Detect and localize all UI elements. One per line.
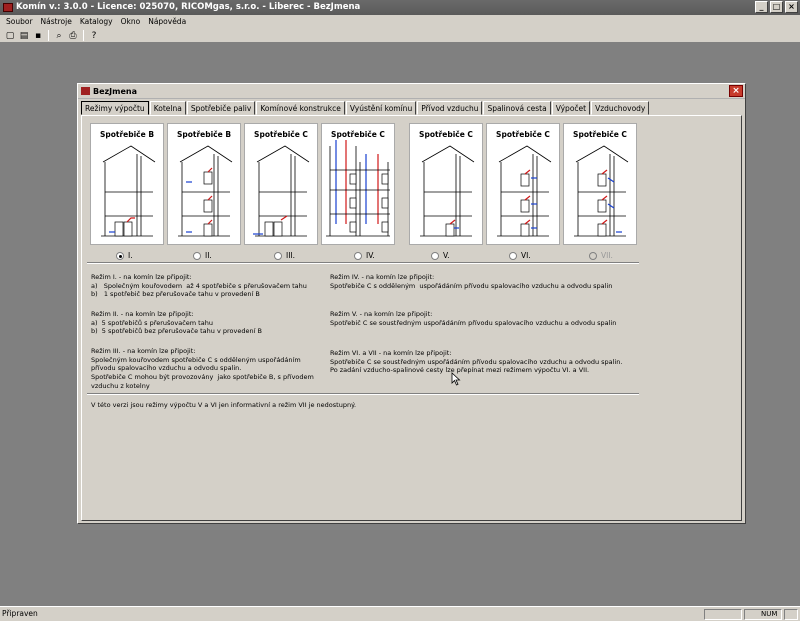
building-diagram: [253, 145, 310, 237]
mode-card-4[interactable]: Spotřebiče C: [321, 123, 395, 245]
tab-spalinova-cesta[interactable]: Spalinová cesta: [483, 101, 551, 115]
mode-card-6[interactable]: Spotřebiče C: [486, 123, 560, 245]
radio-button[interactable]: [193, 251, 201, 260]
app-title-bar: Komín v.: 3.0.0 - Licence: 025070, RICOM…: [0, 0, 800, 15]
print-preview-icon[interactable]: ⌕: [53, 30, 65, 41]
tab-panel-rezimy: Spotřebiče B Spotřebiče B Spotřebiče C S…: [81, 115, 742, 521]
mode-radio-label: V.: [443, 251, 450, 260]
toolbar-separator: [48, 30, 49, 41]
mode-radio-label: I.: [128, 251, 133, 260]
mode-radio-label: II.: [205, 251, 212, 260]
toolbar-separator: [83, 30, 84, 41]
building-diagram: [326, 140, 390, 237]
menu-katalogy[interactable]: Katalogy: [76, 15, 117, 29]
mode-radio-label: VI.: [521, 251, 531, 260]
maximize-button[interactable]: □: [770, 1, 783, 13]
tab-vyusteni-kominu[interactable]: Vyústění komínu: [345, 101, 417, 115]
status-text: Připraven: [2, 609, 38, 618]
divider: [87, 393, 639, 395]
mode-radio-5[interactable]: V.: [431, 251, 450, 260]
tab-privod-vzduchu[interactable]: Přívod vzduchu: [417, 101, 483, 115]
tab-spotrebice-paliv[interactable]: Spotřebiče paliv: [186, 101, 256, 115]
menu-okno[interactable]: Okno: [117, 15, 145, 29]
building-diagram: [497, 145, 552, 237]
status-panel-empty: [784, 609, 798, 620]
mode-radio-4[interactable]: IV.: [354, 251, 375, 260]
mode-description-4: Režim IV. - na komín lze připojit: Spotř…: [330, 273, 613, 290]
minimize-button[interactable]: _: [755, 1, 768, 13]
save-icon[interactable]: ▪: [32, 30, 44, 41]
mode-radio-2[interactable]: II.: [193, 251, 212, 260]
menu-soubor[interactable]: Soubor: [2, 15, 37, 29]
document-title-bar: BezJmena ×: [78, 84, 745, 99]
mode-radio-7: VII.: [589, 251, 613, 260]
tab-vzduchovody[interactable]: Vzduchovody: [591, 101, 650, 115]
document-title: BezJmena: [93, 87, 138, 96]
close-button[interactable]: ×: [785, 1, 798, 13]
divider: [87, 262, 639, 264]
mode-card-7: Spotřebiče C: [563, 123, 637, 245]
mode-description-3: Režim III. - na komín lze připojit: Spol…: [91, 347, 314, 390]
menu-nastroje[interactable]: Nástroje: [37, 15, 76, 29]
menu-napoveda[interactable]: Nápověda: [144, 15, 190, 29]
mode-radio-1[interactable]: I.: [116, 251, 133, 260]
mouse-cursor-icon: [451, 372, 461, 386]
radio-button[interactable]: [274, 251, 282, 260]
building-diagram: [178, 145, 233, 237]
toolbar: ▢ ▤ ▪ ⌕ ⎙ ?: [0, 29, 800, 43]
tab-kominove-konstrukce[interactable]: Komínové konstrukce: [256, 101, 345, 115]
building-diagram: [574, 145, 629, 237]
new-icon[interactable]: ▢: [4, 30, 16, 41]
mode-card-2[interactable]: Spotřebiče B: [167, 123, 241, 245]
num-lock-indicator: NUM: [744, 609, 782, 620]
help-icon[interactable]: ?: [88, 30, 100, 41]
open-icon[interactable]: ▤: [18, 30, 30, 41]
radio-button[interactable]: [354, 251, 362, 260]
document-close-button[interactable]: ×: [729, 85, 743, 97]
tab-rezimy-vypoctu[interactable]: Režimy výpočtu: [81, 101, 149, 115]
radio-button[interactable]: [509, 251, 517, 260]
mode-description-1: Režim I. - na komín lze připojit: a) Spo…: [91, 273, 307, 299]
mode-description-2: Režim II. - na komín lze připojit: a) 5 …: [91, 310, 262, 336]
building-diagram: [420, 145, 475, 237]
mode-radio-3[interactable]: III.: [274, 251, 295, 260]
radio-button: [589, 251, 597, 260]
document-icon: [81, 87, 90, 95]
mode-description-67: Režim VI. a VII - na komín lze připojit:…: [330, 349, 623, 375]
status-bar: Připraven NUM: [0, 606, 800, 621]
app-icon: [3, 3, 13, 12]
tab-strip: Režimy výpočtu Kotelna Spotřebiče paliv …: [81, 101, 650, 115]
mode-radio-label: IV.: [366, 251, 375, 260]
status-panel-empty: [704, 609, 742, 620]
mode-radio-6[interactable]: VI.: [509, 251, 531, 260]
mode-radio-label: VII.: [601, 251, 613, 260]
building-diagram: [101, 145, 156, 237]
mode-card-1[interactable]: Spotřebiče B: [90, 123, 164, 245]
menu-bar: Soubor Nástroje Katalogy Okno Nápověda: [0, 15, 800, 29]
radio-button[interactable]: [116, 251, 124, 260]
document-window: BezJmena × Režimy výpočtu Kotelna Spotře…: [77, 83, 746, 524]
version-note: V této verzi jsou režimy výpočtu V a VI …: [91, 401, 357, 409]
app-title: Komín v.: 3.0.0 - Licence: 025070, RICOM…: [16, 2, 361, 12]
tab-kotelna[interactable]: Kotelna: [149, 101, 186, 115]
mode-card-3[interactable]: Spotřebiče C: [244, 123, 318, 245]
radio-button[interactable]: [431, 251, 439, 260]
mode-diagrams: Spotřebiče B Spotřebiče B Spotřebiče C S…: [90, 123, 650, 247]
print-icon[interactable]: ⎙: [67, 30, 79, 41]
tab-vypocet[interactable]: Výpočet: [551, 101, 591, 115]
mode-description-5: Režim V. - na komín lze připojit: Spotře…: [330, 310, 617, 327]
mode-card-5[interactable]: Spotřebiče C: [409, 123, 483, 245]
mode-radio-label: III.: [286, 251, 296, 260]
